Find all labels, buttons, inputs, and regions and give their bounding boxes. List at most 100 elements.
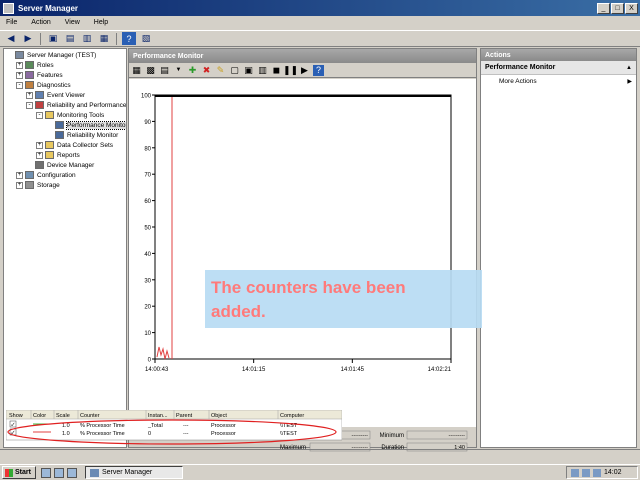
expand-icon[interactable]: + [26,91,33,99]
status-bar [0,449,640,463]
properties-icon[interactable]: ▥ [257,65,268,76]
expand-icon[interactable]: + [16,61,23,69]
menu-action[interactable]: Action [31,19,50,26]
copy-properties-icon[interactable]: ▢ [229,65,240,76]
expand-icon[interactable]: + [16,171,23,179]
column-header[interactable]: Color [33,413,46,419]
volume-icon[interactable] [582,468,590,477]
column-header[interactable]: Show [9,413,23,419]
tree-item[interactable]: Reliability Monitor [4,130,126,140]
taskbar-task-label: Server Manager [102,469,153,476]
expand-icon[interactable]: + [16,71,23,79]
properties-icon[interactable]: ▥ [80,32,94,45]
freeze-display-icon[interactable]: ❚❚ [283,65,298,76]
column-header[interactable]: Object [211,413,227,419]
export-list-icon[interactable]: ▦ [97,32,111,45]
console-tree: Server Manager (TEST) + Roles + Features - Dia… [3,48,127,448]
column-header[interactable]: Instan... [148,413,168,419]
paste-counter-list-icon[interactable]: ▣ [243,65,254,76]
y-tick-label: 30 [144,278,151,284]
add-counter-icon[interactable]: ✚ [187,65,198,76]
chevron-down-icon[interactable]: ▼ [173,65,184,76]
expand-icon[interactable]: + [16,181,23,189]
close-button[interactable]: X [625,2,638,14]
tree-item[interactable]: + Features [4,70,126,80]
counter-instance: 0 [148,431,151,437]
start-button[interactable]: Start [2,466,36,479]
more-actions-item[interactable]: More Actions ▶ [481,75,636,87]
minimize-button[interactable]: _ [597,2,610,14]
tree-item[interactable]: - Reliability and Performance [4,100,126,110]
view-log-data-icon[interactable]: ▩ [145,65,156,76]
security-icon[interactable] [593,468,601,477]
delete-counter-icon[interactable]: ✖ [201,65,212,76]
overlay-text-line-2: added. [211,302,266,321]
network-icon[interactable] [571,468,579,477]
show-hide-tree-icon[interactable]: ▤ [63,32,77,45]
actions-section-label: Performance Monitor [485,64,556,71]
server-manager-launch-icon[interactable] [41,467,51,478]
quick-launch [41,467,77,478]
tree-item[interactable]: + Roles [4,60,126,70]
update-data-icon[interactable]: ▶ [299,65,310,76]
menu-view[interactable]: View [65,19,80,26]
tree-item[interactable]: - Diagnostics [4,80,126,90]
monitor-icon [55,121,64,129]
up-folder-icon[interactable]: ▣ [46,32,60,45]
more-actions-label: More Actions [499,77,537,85]
column-header[interactable]: Scale [56,413,70,419]
chevron-up-icon[interactable]: ▲ [626,65,632,71]
graph-area: 100 90 80 70 60 50 40 30 20 10 0 14:00:43 14:01:15 14… [129,79,476,427]
tree-item[interactable]: + Storage [4,180,126,190]
collapse-icon[interactable]: - [26,101,33,109]
tree-item[interactable]: - Monitoring Tools [4,110,126,120]
column-header[interactable]: Computer [280,413,304,419]
console-icon[interactable]: ▧ [139,32,153,45]
tree-item[interactable]: Server Manager (TEST) [4,50,126,60]
explorer-launch-icon[interactable] [67,467,77,478]
system-tray: 14:02 [566,466,638,479]
x-tick-label: 14:01:15 [242,367,266,373]
counter-object: Processor [211,431,236,437]
maximize-button[interactable]: □ [611,2,624,14]
tree-item[interactable]: Performance Monitor [4,120,126,130]
toolbar-separator [40,32,41,45]
menu-bar: File Action View Help [0,16,640,29]
help-icon[interactable]: ? [122,32,136,45]
actions-section-performance-monitor[interactable]: Performance Monitor ▲ [481,61,636,75]
window-title: Server Manager [18,3,79,13]
back-arrow-icon[interactable]: ◀ [4,32,18,45]
expand-icon[interactable]: + [36,151,43,159]
column-header[interactable]: Parent [176,413,193,419]
y-tick-label: 70 [144,173,151,179]
powershell-launch-icon[interactable] [54,467,64,478]
tree-item[interactable]: + Configuration [4,170,126,180]
taskbar-server-manager-button[interactable]: Server Manager [85,466,183,479]
actions-header: Actions [481,49,636,61]
expand-icon[interactable]: + [36,141,43,149]
menu-file[interactable]: File [6,19,17,26]
collapse-icon[interactable]: - [36,111,43,119]
counter-parent: --- [183,423,189,429]
y-tick-label: 10 [144,331,151,337]
view-current-activity-icon[interactable]: ▦ [131,65,142,76]
performance-toolbar: ▦ ▩ ▤ ▼ ✚ ✖ ✎ ▢ ▣ ▥ ◼ ❚❚ ▶ ? [129,63,476,78]
perf-icon [35,101,44,109]
tree-item-label: Features [37,71,63,79]
overlay-text-line-1: The counters have been [211,278,406,297]
highlight-icon[interactable]: ✎ [215,65,226,76]
tree-item[interactable]: + Event Viewer [4,90,126,100]
zoom-icon[interactable]: ◼ [271,65,282,76]
minimum-value: --------- [449,433,466,439]
tree-item[interactable]: Device Manager [4,160,126,170]
forward-arrow-icon[interactable]: ▶ [21,32,35,45]
toolbar-separator [116,32,117,45]
clock[interactable]: 14:02 [604,469,622,476]
menu-help[interactable]: Help [94,19,108,26]
tree-item[interactable]: + Data Collector Sets [4,140,126,150]
change-graph-type-icon[interactable]: ▤ [159,65,170,76]
collapse-icon[interactable]: - [16,81,23,89]
help-icon[interactable]: ? [313,64,324,76]
column-header[interactable]: Counter [80,413,100,419]
tree-item[interactable]: + Reports [4,150,126,160]
